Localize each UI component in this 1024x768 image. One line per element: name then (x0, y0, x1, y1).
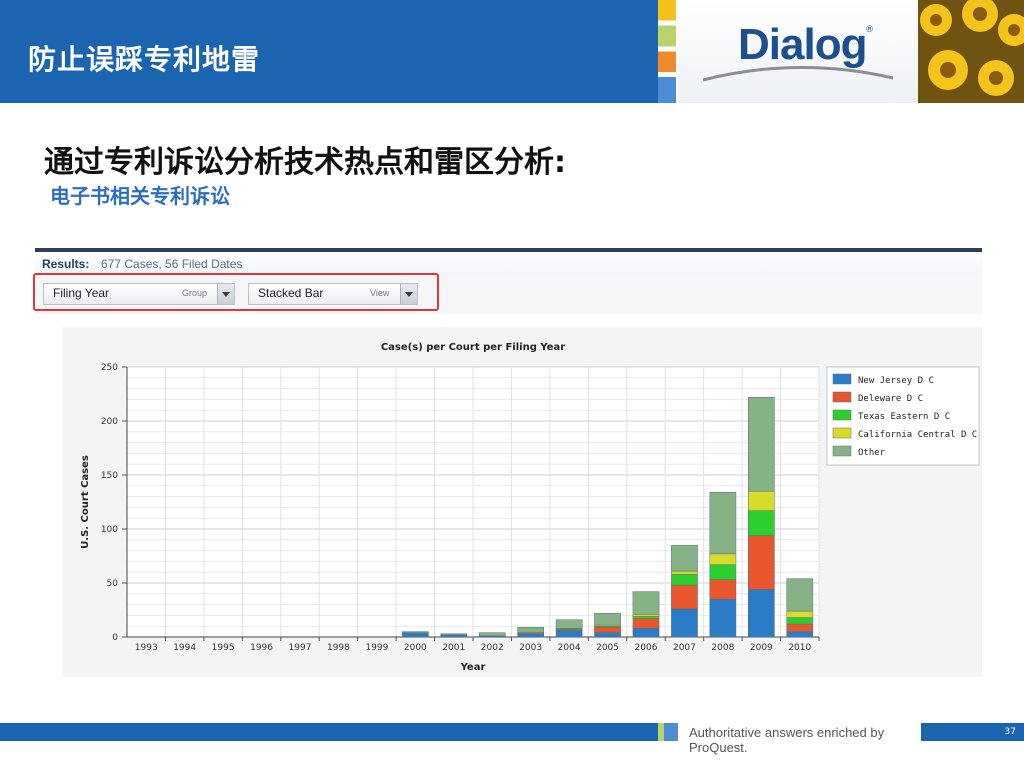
footer-tagline: Authoritative answers enriched by ProQue… (689, 725, 885, 755)
bar-segment (709, 564, 737, 581)
x-axis-label: Year (460, 662, 486, 673)
bar-segment (748, 510, 775, 536)
x-tick-label: 2007 (673, 643, 696, 653)
bar-segment (517, 633, 544, 638)
y-tick-label: 100 (101, 525, 118, 535)
bar-segment (402, 631, 429, 633)
y-tick-label: 150 (101, 471, 118, 481)
bar-segment (594, 627, 621, 633)
bar-segment (594, 632, 621, 638)
sunflower-photo (918, 0, 1024, 103)
x-tick-label: 1996 (250, 643, 273, 653)
bar-segment (478, 632, 506, 637)
legend-label: California Central D C (858, 430, 977, 440)
page-number: 37 (1004, 727, 1016, 737)
bar-segment (555, 630, 583, 638)
slide-header: 防止误踩专利地雷 Dialog ® (0, 0, 1024, 103)
bar-segment (632, 628, 660, 638)
dialog-logo: Dialog ® (678, 0, 918, 103)
bar-segment (786, 631, 814, 638)
y-tick-label: 50 (107, 579, 119, 589)
bar-segment (632, 616, 660, 619)
bar-segment (786, 623, 814, 632)
stacked-bar-chart: 0 50 100 150 200 250 1993 1994 1995 1996 1997 1998 1… (80, 342, 980, 673)
bar-segment (786, 617, 814, 625)
results-count: 677 Cases, 56 Filed Dates (101, 257, 243, 271)
legend-label: Deleware D C (858, 394, 923, 404)
registered-mark: ® (865, 25, 874, 35)
bar-segment (632, 618, 660, 629)
x-tick-label: 2000 (404, 643, 427, 653)
bar-segment (709, 553, 737, 565)
x-tick-label: 2003 (519, 643, 542, 653)
chart-area: 0 50 100 150 200 250 1993 1994 1995 1996 1997 1998 1… (62, 327, 982, 677)
x-tick-label: 1993 (135, 643, 158, 653)
bar-segment (709, 492, 737, 555)
bar-segment (632, 591, 660, 615)
x-tick-label: 2008 (711, 643, 734, 653)
y-axis-label: U.S. Court Cases (80, 455, 91, 549)
bar-segment (786, 578, 814, 612)
bar-segment (632, 614, 660, 617)
bar-segment (671, 608, 698, 638)
legend-label: Other (858, 448, 886, 458)
bar-segment (748, 396, 775, 492)
bar-segment (748, 589, 775, 638)
x-tick-label: 2010 (788, 643, 811, 653)
chart-title: Case(s) per Court per Filing Year (381, 342, 565, 353)
bar-segment (440, 633, 468, 636)
bar-segment (748, 535, 775, 590)
bar-segment (555, 619, 583, 629)
logo-swoosh-icon (702, 66, 894, 82)
slide-title: 防止误踩专利地雷 (28, 43, 261, 76)
bar-segment (440, 634, 468, 638)
x-tick-label: 2009 (750, 643, 773, 653)
bar-segment (671, 570, 698, 575)
x-tick-label: 1999 (365, 643, 388, 653)
bar-segment (671, 584, 698, 610)
bar-segment (517, 627, 544, 633)
highlight-box (33, 273, 439, 311)
bar-segment (709, 579, 737, 600)
x-tick-label: 2004 (558, 643, 581, 653)
x-tick-label: 2001 (442, 643, 465, 653)
footer-stripe (658, 723, 678, 741)
footer-page: 37 (921, 723, 1024, 741)
legend-label: Texas Eastern D C (858, 412, 950, 422)
legend-swatch (832, 427, 852, 439)
footer-tagline-box: Authoritative answers enriched by ProQue… (678, 718, 920, 755)
x-tick-label: 1997 (289, 643, 312, 653)
subheadline: 电子书相关专利诉讼 (50, 184, 230, 208)
x-tick-label: 1994 (173, 643, 196, 653)
bar-segment (671, 544, 698, 572)
bar-segment (709, 598, 737, 638)
headline: 通过专利诉讼分析技术热点和雷区分析: (44, 145, 566, 180)
bar-segment (594, 612, 621, 626)
x-tick-label: 2006 (635, 643, 658, 653)
legend-swatch (832, 445, 852, 457)
y-tick-label: 200 (101, 417, 118, 427)
x-tick-label: 1998 (327, 643, 350, 653)
bar-segment (786, 610, 814, 618)
x-tick-label: 2005 (596, 643, 619, 653)
x-tick-label: 1995 (212, 643, 235, 653)
results-label: Results: (42, 257, 90, 271)
legend-swatch (832, 409, 852, 421)
y-tick-label: 250 (101, 363, 118, 373)
footer-bar (0, 723, 658, 741)
legend-swatch (832, 391, 852, 403)
bar-segment (748, 490, 775, 511)
legend-label: New Jersey D C (858, 376, 934, 386)
bar-segment (671, 574, 698, 586)
legend-swatch (832, 373, 852, 385)
y-tick-label: 0 (112, 633, 118, 643)
x-tick-label: 2002 (481, 643, 504, 653)
bar-segment (402, 632, 429, 638)
color-stripe (658, 0, 676, 103)
